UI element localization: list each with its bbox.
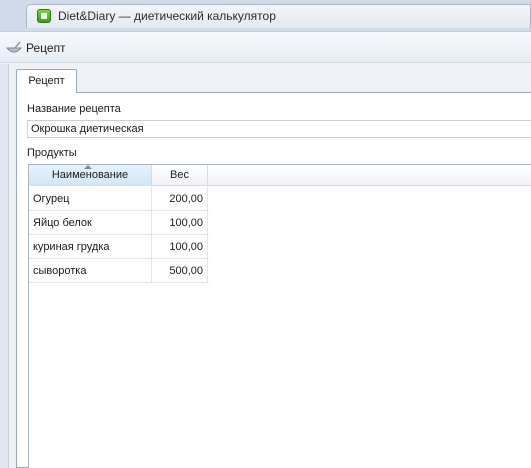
products-grid[interactable]: Наименование Вес Огурец 200,00 Яйцо бело… — [28, 164, 531, 468]
cell-product-weight[interactable]: 200,00 — [152, 187, 208, 211]
left-panel-strip — [0, 64, 9, 468]
recipe-bowl-icon — [6, 41, 22, 53]
table-row[interactable]: Яйцо белок 100,00 — [29, 211, 209, 235]
tab-strip — [9, 64, 531, 94]
cell-product-weight[interactable]: 100,00 — [152, 211, 208, 235]
column-header-name-label: Наименование — [51, 169, 129, 181]
recipe-window-title: Рецепт — [26, 41, 66, 55]
cell-product-name[interactable]: куриная грудка — [29, 235, 152, 259]
sort-ascending-icon — [84, 165, 92, 169]
tab-recipe[interactable]: Рецепт — [16, 69, 77, 93]
cell-product-name[interactable]: Яйцо белок — [29, 211, 152, 235]
grid-header: Наименование Вес — [29, 165, 531, 186]
tab-page-recipe: Название рецепта Окрошка диетическая Про… — [16, 92, 531, 468]
column-header-weight[interactable]: Вес — [152, 165, 208, 186]
recipe-name-label: Название рецепта — [27, 103, 121, 115]
cell-product-weight[interactable]: 500,00 — [152, 259, 208, 283]
cell-product-weight[interactable]: 100,00 — [152, 235, 208, 259]
app-title: Diet&Diary — диетический калькулятор — [58, 9, 276, 23]
table-row[interactable]: куриная грудка 100,00 — [29, 235, 209, 259]
app-titlebar[interactable]: Diet&Diary — диетический калькулятор — [26, 4, 531, 28]
recipe-window: Рецепт Рецепт Название рецепта Окрошка д… — [0, 31, 531, 468]
diet-diary-app-icon — [37, 9, 51, 23]
table-row[interactable]: сыворотка 500,00 — [29, 259, 209, 283]
products-label: Продукты — [27, 147, 77, 159]
cell-product-name[interactable]: сыворотка — [29, 259, 152, 283]
application-frame: Diet&Diary — диетический калькулятор Рец… — [0, 0, 531, 468]
recipe-window-header[interactable]: Рецепт — [0, 31, 531, 63]
column-header-name[interactable]: Наименование — [29, 165, 152, 186]
recipe-name-field[interactable]: Окрошка диетическая — [27, 120, 531, 138]
table-row[interactable]: Огурец 200,00 — [29, 187, 209, 211]
cell-product-name[interactable]: Огурец — [29, 187, 152, 211]
